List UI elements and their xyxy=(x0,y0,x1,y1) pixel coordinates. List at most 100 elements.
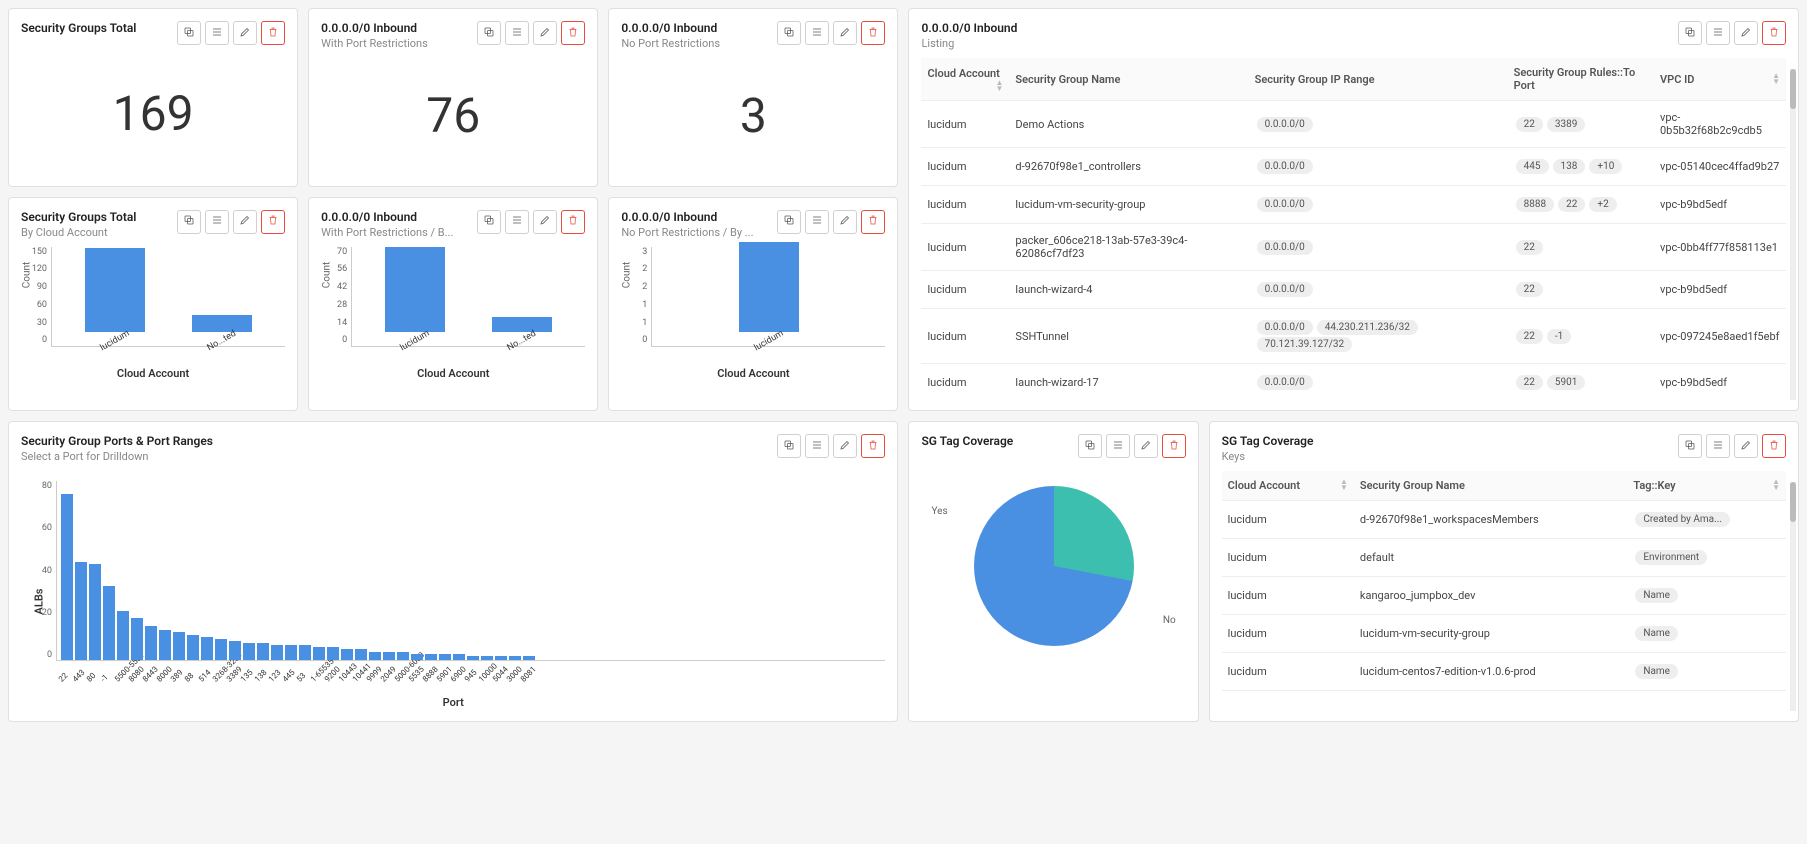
trash-button[interactable] xyxy=(1762,434,1786,458)
edit-button[interactable] xyxy=(1134,434,1158,458)
port-bar[interactable]: 80 xyxy=(89,564,101,660)
copy-button[interactable] xyxy=(777,434,801,458)
table-row[interactable]: lucidumSSHTunnel0.0.0.0/044.230.211.236/… xyxy=(921,309,1786,364)
edit-button[interactable] xyxy=(833,210,857,234)
copy-button[interactable] xyxy=(1078,434,1102,458)
port-bar[interactable]: 88 xyxy=(187,635,199,661)
trash-button[interactable] xyxy=(1162,434,1186,458)
port-bar[interactable]: 123 xyxy=(271,645,283,660)
col-vpc[interactable]: VPC ID▲▼ xyxy=(1654,58,1786,101)
table-row[interactable]: lucidumkangaroo_jumpbox_devName xyxy=(1222,577,1786,615)
port-bar[interactable]: 5500-5501 xyxy=(117,611,129,660)
trash-button[interactable] xyxy=(261,21,285,45)
bar[interactable] xyxy=(492,317,552,331)
copy-button[interactable] xyxy=(777,210,801,234)
table-row[interactable]: lucidumd-92670f98e1_controllers0.0.0.0/0… xyxy=(921,148,1786,186)
col-account[interactable]: Cloud Account▲▼ xyxy=(921,58,1009,101)
list-button[interactable] xyxy=(205,210,229,234)
copy-button[interactable] xyxy=(1678,434,1702,458)
bar[interactable] xyxy=(85,248,145,332)
sort-icon[interactable]: ▲▼ xyxy=(995,80,1003,92)
list-button[interactable] xyxy=(505,210,529,234)
copy-button[interactable] xyxy=(177,210,201,234)
port-bar[interactable]: 9999 xyxy=(369,652,381,661)
port-bar[interactable]: 514 xyxy=(201,637,213,660)
table-row[interactable]: lucidumlaunch-wizard-170.0.0.0/0225901vp… xyxy=(921,364,1786,399)
list-button[interactable] xyxy=(805,434,829,458)
port-bar[interactable]: 10443 xyxy=(341,649,353,660)
port-bar[interactable]: 2049 xyxy=(383,652,395,661)
trash-button[interactable] xyxy=(861,210,885,234)
port-bar[interactable]: 135 xyxy=(243,643,255,660)
trash-button[interactable] xyxy=(861,21,885,45)
port-bar[interactable]: 389 xyxy=(173,632,185,660)
table-row[interactable]: lucidumDemo Actions0.0.0.0/0223389vpc-0b… xyxy=(921,101,1786,148)
port-bar[interactable]: 3268-3269 xyxy=(215,639,227,660)
copy-button[interactable] xyxy=(777,21,801,45)
port-bar[interactable]: 945 xyxy=(467,656,479,660)
trash-button[interactable] xyxy=(561,21,585,45)
port-bar[interactable]: -1 xyxy=(103,586,115,660)
list-button[interactable] xyxy=(205,21,229,45)
trash-button[interactable] xyxy=(261,210,285,234)
edit-button[interactable] xyxy=(233,210,257,234)
table-row[interactable]: lucidumpacker_606ce218-13ab-57e3-39c4-62… xyxy=(921,224,1786,271)
edit-button[interactable] xyxy=(1734,434,1758,458)
port-bar[interactable]: 1-65535 xyxy=(313,647,325,660)
port-bar[interactable]: 3000 xyxy=(509,656,521,660)
col-account[interactable]: Cloud Account▲▼ xyxy=(1222,471,1354,501)
table-row[interactable]: lucidumd-92670f98e1_workspacesMembersCre… xyxy=(1222,501,1786,539)
table-row[interactable]: lucidumlucidum-centos7-edition-v1.0.6-pr… xyxy=(1222,653,1786,691)
copy-button[interactable] xyxy=(1678,21,1702,45)
port-bar[interactable]: 5044 xyxy=(495,656,507,660)
list-button[interactable] xyxy=(805,210,829,234)
port-bar[interactable]: 9200 xyxy=(327,647,339,660)
table-row[interactable]: lucidumdb-security-groupName xyxy=(1222,691,1786,692)
list-button[interactable] xyxy=(1706,434,1730,458)
port-bar[interactable]: 138 xyxy=(257,643,269,660)
col-to-port[interactable]: Security Group Rules::To Port xyxy=(1508,58,1654,101)
col-ip-range[interactable]: Security Group IP Range xyxy=(1249,58,1508,101)
port-bar[interactable]: 22 xyxy=(61,494,73,660)
col-sg-name[interactable]: Security Group Name xyxy=(1009,58,1248,101)
table-row[interactable]: lucidumdefaultEnvironment xyxy=(1222,539,1786,577)
tag-table-wrap[interactable]: Cloud Account▲▼ Security Group Name Tag:… xyxy=(1222,471,1786,691)
sort-icon[interactable]: ▲▼ xyxy=(1772,479,1780,491)
port-bar[interactable]: 3389 xyxy=(229,641,241,660)
trash-button[interactable] xyxy=(861,434,885,458)
port-bar[interactable]: 8080 xyxy=(131,618,143,661)
edit-button[interactable] xyxy=(533,21,557,45)
port-bar[interactable]: 6900 xyxy=(453,654,465,660)
sort-icon[interactable]: ▲▼ xyxy=(1340,479,1348,491)
list-button[interactable] xyxy=(505,21,529,45)
col-tag-key[interactable]: Tag::Key▲▼ xyxy=(1627,471,1786,501)
port-bar[interactable]: 8888 xyxy=(425,654,437,660)
copy-button[interactable] xyxy=(477,210,501,234)
table-row[interactable]: lucidumlucidum-vm-security-group0.0.0.0/… xyxy=(921,186,1786,224)
table-row[interactable]: lucidumlucidum-vm-security-groupName xyxy=(1222,615,1786,653)
list-button[interactable] xyxy=(1106,434,1130,458)
edit-button[interactable] xyxy=(533,210,557,234)
port-bar[interactable]: 10441 xyxy=(355,649,367,660)
port-bar[interactable]: 5901 xyxy=(439,654,451,660)
port-bar[interactable]: 5535 xyxy=(411,654,423,660)
copy-button[interactable] xyxy=(177,21,201,45)
bar[interactable] xyxy=(739,242,799,332)
port-bar[interactable]: 443 xyxy=(75,562,87,660)
trash-button[interactable] xyxy=(1762,21,1786,45)
port-bar[interactable]: 8000 xyxy=(159,630,171,660)
port-bar[interactable]: 53 xyxy=(299,645,311,660)
list-button[interactable] xyxy=(1706,21,1730,45)
edit-button[interactable] xyxy=(833,21,857,45)
copy-button[interactable] xyxy=(477,21,501,45)
edit-button[interactable] xyxy=(833,434,857,458)
list-button[interactable] xyxy=(805,21,829,45)
trash-button[interactable] xyxy=(561,210,585,234)
port-bar[interactable]: 10000 xyxy=(481,656,493,660)
edit-button[interactable] xyxy=(233,21,257,45)
edit-button[interactable] xyxy=(1734,21,1758,45)
listing-table-wrap[interactable]: Cloud Account▲▼ Security Group Name Secu… xyxy=(921,58,1786,398)
table-row[interactable]: lucidumlaunch-wizard-40.0.0.0/022vpc-b9b… xyxy=(921,271,1786,309)
scrollbar[interactable] xyxy=(1790,69,1796,400)
port-bar[interactable]: 8443 xyxy=(145,626,157,660)
